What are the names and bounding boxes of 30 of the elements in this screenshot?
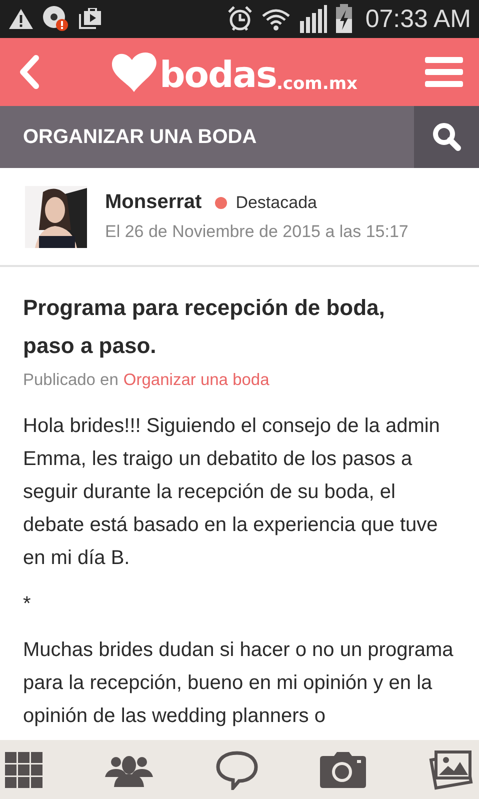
grid-icon[interactable]	[5, 752, 43, 788]
article-title: Programa para recepción de boda, paso a paso.	[23, 294, 386, 360]
author-name: Monserrat	[105, 191, 202, 214]
warning-icon	[8, 8, 34, 30]
logo-text: bodas	[159, 58, 276, 94]
menu-icon	[424, 57, 463, 87]
alarm-icon	[227, 6, 254, 32]
camera-icon[interactable]	[320, 752, 366, 788]
gallery-icon[interactable]	[428, 750, 474, 790]
wifi-icon	[261, 7, 292, 31]
back-icon	[18, 55, 40, 89]
signal-icon	[299, 5, 328, 33]
section-title: ORGANIZAR UNA BODA	[22, 126, 257, 148]
search-icon	[432, 122, 462, 152]
article-paragraph: Hola brides!!! Siguiendo el consejo de la admin Emma, les traigo un debatito de los pasos a seguir durante la recepción de su boda, el debate está basado en la experiencia que tuve en mi día B.	[23, 414, 441, 571]
media-icon	[78, 8, 102, 30]
published-label: Publicado en	[23, 371, 118, 390]
post-date: El 26 de Noviembre de 2015 a las 15:17	[105, 222, 408, 242]
heart-icon	[109, 50, 160, 94]
logo-domain: .com.mx	[276, 74, 358, 94]
search-button[interactable]	[414, 106, 479, 168]
status-time: 07:33 AM	[365, 4, 471, 34]
article-paragraph: *	[23, 592, 32, 617]
category-link[interactable]: Organizar una boda	[123, 371, 270, 390]
chat-icon[interactable]	[216, 750, 258, 790]
author-status-label: Destacada	[236, 192, 317, 212]
article-paragraph: Muchas brides dudan si hacer o no un programa para la recepción, bueno en mi opinión y en la opinión de las wedding planners o	[23, 638, 454, 729]
disc-icon	[42, 5, 70, 33]
status-dot	[214, 196, 227, 208]
battery-icon	[335, 4, 354, 34]
